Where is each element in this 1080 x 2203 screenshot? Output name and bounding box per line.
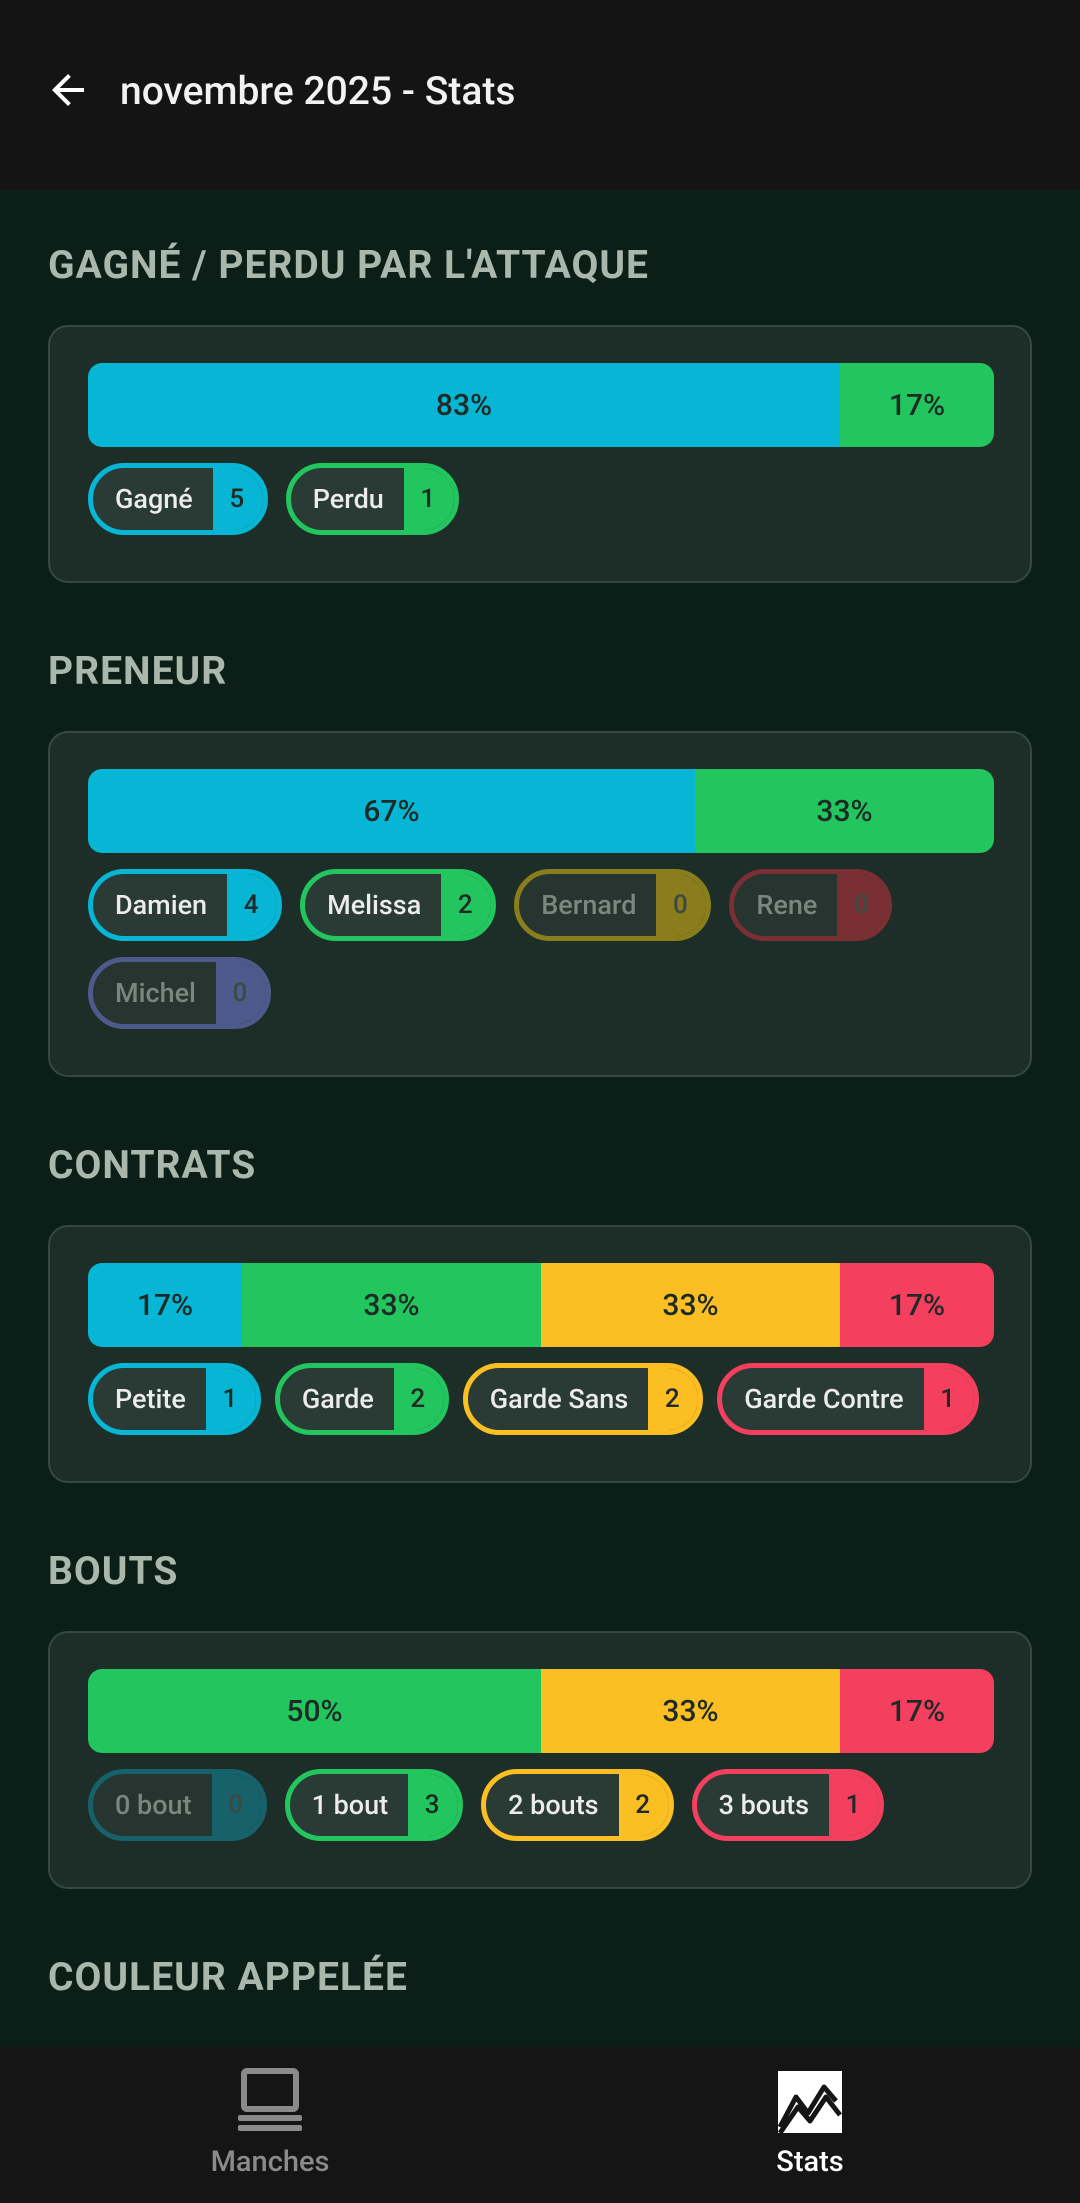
bar-segment: 17% <box>88 1263 243 1347</box>
chip-count: 0 <box>211 1774 262 1836</box>
chip-count: 2 <box>648 1368 699 1430</box>
chip-label: Rene <box>756 889 818 921</box>
chip-2-bouts[interactable]: 2 bouts 2 <box>481 1769 674 1841</box>
chip-label: Gagné <box>115 483 193 515</box>
chip-label: Garde <box>301 1383 374 1415</box>
chip-perdu[interactable]: Perdu 1 <box>285 463 459 535</box>
chip-0-bout[interactable]: 0 bout 0 <box>88 1769 267 1841</box>
chip-petite[interactable]: Petite 1 <box>88 1363 261 1435</box>
chip-count: 2 <box>441 874 492 936</box>
chip-label: Michel <box>115 977 196 1009</box>
chip-label: 1 bout <box>311 1789 389 1821</box>
chip-count: 1 <box>923 1368 974 1430</box>
card-bouts: 50% 33% 17% 0 bout 0 1 bout 3 2 bouts 2 … <box>48 1631 1032 1889</box>
chip-count: 0 <box>215 962 266 1024</box>
section-title-contrats: CONTRATS <box>48 1142 257 1188</box>
chip-label: Petite <box>115 1383 186 1415</box>
chart-line-icon <box>777 2071 842 2135</box>
bar-segment: 33% <box>541 1263 840 1347</box>
legend-preneur: Damien 4 Melissa 2 Bernard 0 Rene 0 Mich… <box>88 869 988 1029</box>
chip-3-bouts[interactable]: 3 bouts 1 <box>691 1769 885 1841</box>
bar-segment: 33% <box>695 769 994 853</box>
stacked-bar-attaque: 83% 17% <box>88 363 994 447</box>
chip-count: 1 <box>205 1368 256 1430</box>
section-title-attaque: GAGNÉ / PERDU PAR L'ATTAQUE <box>48 242 649 288</box>
bottom-navigation: Manches Stats <box>0 2047 1080 2203</box>
chip-label: Damien <box>115 889 208 921</box>
chip-label: Melissa <box>327 889 422 921</box>
chip-count: 5 <box>212 468 263 530</box>
nav-stats[interactable]: Stats <box>540 2047 1080 2203</box>
chip-bernard[interactable]: Bernard 0 <box>514 869 712 941</box>
chip-label: Garde Sans <box>489 1383 629 1415</box>
chip-garde[interactable]: Garde 2 <box>274 1363 449 1435</box>
nav-label: Stats <box>776 2145 844 2179</box>
arrow-left-icon <box>52 74 84 106</box>
stacked-bar-contrats: 17% 33% 33% 17% <box>88 1263 994 1347</box>
chip-1-bout[interactable]: 1 bout 3 <box>284 1769 464 1841</box>
bar-segment: 67% <box>88 769 696 853</box>
laptop-icon <box>238 2068 302 2131</box>
bar-segment: 33% <box>541 1669 840 1753</box>
chip-count: 1 <box>403 468 454 530</box>
chip-label: Garde Contre <box>744 1383 904 1415</box>
chip-michel[interactable]: Michel 0 <box>88 957 271 1029</box>
section-title-preneur: PRENEUR <box>48 648 228 694</box>
chip-count: 2 <box>618 1774 669 1836</box>
chip-count: 1 <box>829 1774 880 1836</box>
card-preneur: 67% 33% Damien 4 Melissa 2 Bernard 0 Ren… <box>48 731 1032 1077</box>
stacked-bar-bouts: 50% 33% 17% <box>88 1669 994 1753</box>
app-bar: novembre 2025 - Stats <box>0 0 1080 190</box>
chip-label: Perdu <box>312 483 384 515</box>
chip-garde-sans[interactable]: Garde Sans 2 <box>462 1363 704 1435</box>
bar-segment: 17% <box>839 1263 994 1347</box>
chip-label: 0 bout <box>115 1789 192 1821</box>
chip-count: 3 <box>408 1774 459 1836</box>
page-title: novembre 2025 - Stats <box>120 68 516 114</box>
legend-contrats: Petite 1 Garde 2 Garde Sans 2 Garde Cont… <box>88 1363 1018 1435</box>
bar-segment: 83% <box>88 363 840 447</box>
chip-damien[interactable]: Damien 4 <box>88 869 283 941</box>
bar-segment: 33% <box>242 1263 541 1347</box>
bar-segment: 50% <box>88 1669 541 1753</box>
chip-count: 2 <box>393 1368 444 1430</box>
section-title-bouts: BOUTS <box>48 1548 179 1594</box>
bar-segment: 17% <box>839 363 994 447</box>
stacked-bar-preneur: 67% 33% <box>88 769 994 853</box>
chip-melissa[interactable]: Melissa 2 <box>300 869 497 941</box>
chip-rene[interactable]: Rene 0 <box>729 869 893 941</box>
chip-label: 3 bouts <box>718 1789 810 1821</box>
card-contrats: 17% 33% 33% 17% Petite 1 Garde 2 Garde S… <box>48 1225 1032 1483</box>
nav-manches[interactable]: Manches <box>0 2047 540 2203</box>
chip-gagne[interactable]: Gagné 5 <box>88 463 268 535</box>
bar-segment: 17% <box>839 1669 994 1753</box>
card-attaque: 83% 17% Gagné 5 Perdu 1 <box>48 325 1032 583</box>
legend-bouts: 0 bout 0 1 bout 3 2 bouts 2 3 bouts 1 <box>88 1769 1018 1841</box>
chip-garde-contre[interactable]: Garde Contre 1 <box>717 1363 979 1435</box>
chip-count: 0 <box>656 874 707 936</box>
back-button[interactable] <box>38 60 98 120</box>
chip-label: 2 bouts <box>508 1789 599 1821</box>
nav-label: Manches <box>210 2145 330 2179</box>
chip-count: 4 <box>227 874 278 936</box>
legend-attaque: Gagné 5 Perdu 1 <box>88 463 1018 535</box>
chip-count: 0 <box>837 874 888 936</box>
stats-content[interactable]: GAGNÉ / PERDU PAR L'ATTAQUE 83% 17% Gagn… <box>0 190 1080 2047</box>
section-title-couleur: COULEUR APPELÉE <box>48 1954 408 2000</box>
chip-label: Bernard <box>541 889 637 921</box>
